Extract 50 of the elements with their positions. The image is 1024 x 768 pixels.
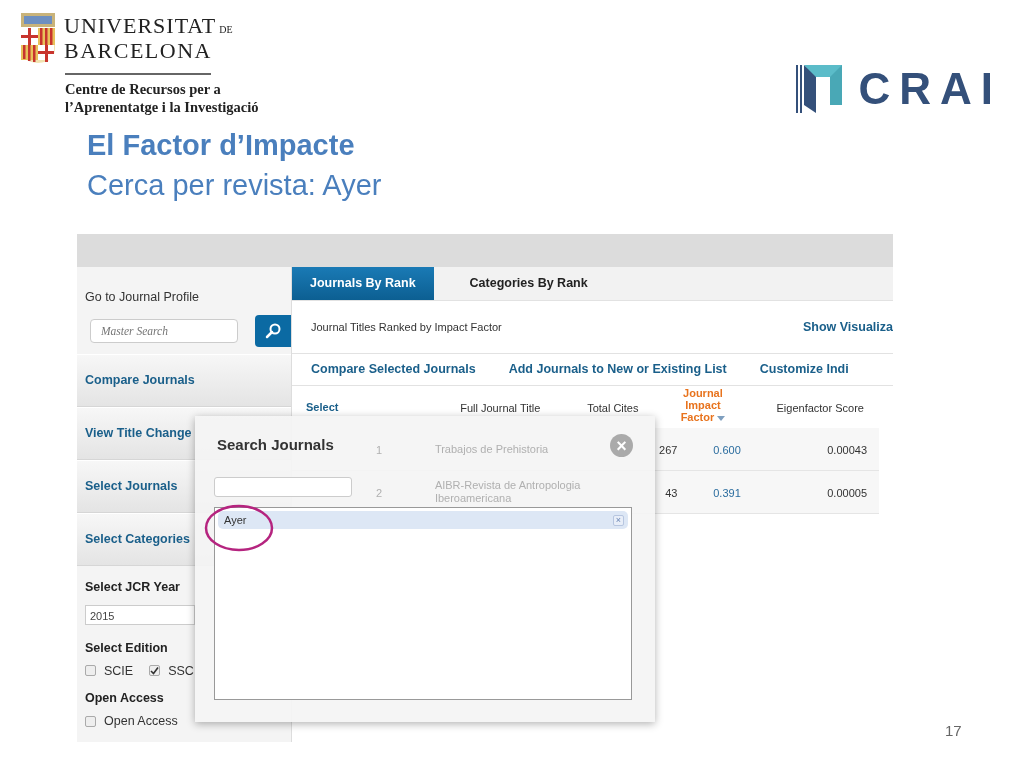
year-select[interactable]: 2015 bbox=[85, 604, 195, 625]
sidebar-item[interactable]: Compare Journals bbox=[77, 354, 291, 407]
tab[interactable]: Journals By Rank bbox=[292, 267, 434, 300]
slide-subtitle: Cerca per revista: Ayer bbox=[87, 168, 383, 202]
column-header[interactable]: Select bbox=[306, 398, 414, 416]
search-field[interactable] bbox=[214, 477, 352, 497]
table-caption: Journal Titles Ranked by Impact Factor bbox=[311, 319, 502, 335]
table-cell: 2 bbox=[376, 487, 383, 499]
tab[interactable]: Categories By Rank bbox=[433, 267, 606, 300]
search-field[interactable]: Master Search bbox=[90, 318, 238, 343]
column-header[interactable]: Full Journal Title bbox=[460, 400, 541, 417]
column-header[interactable]: Eigenfactor Score bbox=[776, 400, 864, 417]
table-cell: 0.391 bbox=[713, 487, 741, 499]
field-label: Select Edition bbox=[85, 639, 169, 657]
item-label: Ayer bbox=[224, 512, 247, 528]
checkbox[interactable] bbox=[85, 715, 96, 727]
field-label: Select JCR Year bbox=[85, 579, 181, 596]
search-icon bbox=[265, 322, 281, 339]
table-cell: 0.600 bbox=[713, 444, 741, 456]
checkbox-label: SCIE bbox=[104, 662, 134, 680]
checkbox[interactable] bbox=[149, 665, 161, 677]
table-cell: 43 bbox=[665, 487, 678, 499]
action-link[interactable]: Customize Indi bbox=[759, 360, 849, 379]
table-cell: 267 bbox=[659, 444, 678, 456]
field-label: Open Access bbox=[85, 690, 165, 708]
table-cell: 0.00043 bbox=[827, 444, 867, 456]
visualization-link[interactable]: Show Visualiza bbox=[802, 317, 893, 337]
action-link[interactable]: Add Journals to New or Existing List bbox=[508, 360, 727, 379]
annotation-ellipse bbox=[204, 504, 274, 552]
logo-icon bbox=[796, 64, 843, 113]
university-name: BARCELONA bbox=[64, 39, 213, 62]
slide-title: El Factor d’Impacte bbox=[87, 128, 356, 162]
list-item[interactable]: Ayer × bbox=[218, 511, 628, 529]
sort-caret-icon[interactable] bbox=[717, 416, 726, 422]
logo-text: CRAI bbox=[858, 66, 1002, 111]
table-cell: 1 bbox=[376, 444, 383, 456]
checkbox-label: Open Access bbox=[104, 713, 178, 730]
page-number: 17 bbox=[945, 720, 962, 741]
shield-icon bbox=[20, 12, 56, 64]
field-label: Go to Journal Profile bbox=[85, 289, 200, 306]
centre-name: Centre de Recursos per a bbox=[65, 80, 222, 98]
checkbox-label: SSC bbox=[168, 662, 194, 680]
table-cell: 0.00005 bbox=[827, 487, 867, 499]
action-link[interactable]: Compare Selected Journals bbox=[311, 360, 476, 379]
checkbox[interactable] bbox=[85, 665, 96, 677]
university-name: DE bbox=[219, 24, 233, 35]
search-button[interactable] bbox=[255, 314, 291, 347]
column-header[interactable]: Total Cites bbox=[587, 400, 639, 417]
university-name: UNIVERSITAT bbox=[64, 14, 217, 37]
centre-name: l’Aprenentatge i la Investigació bbox=[65, 98, 259, 116]
